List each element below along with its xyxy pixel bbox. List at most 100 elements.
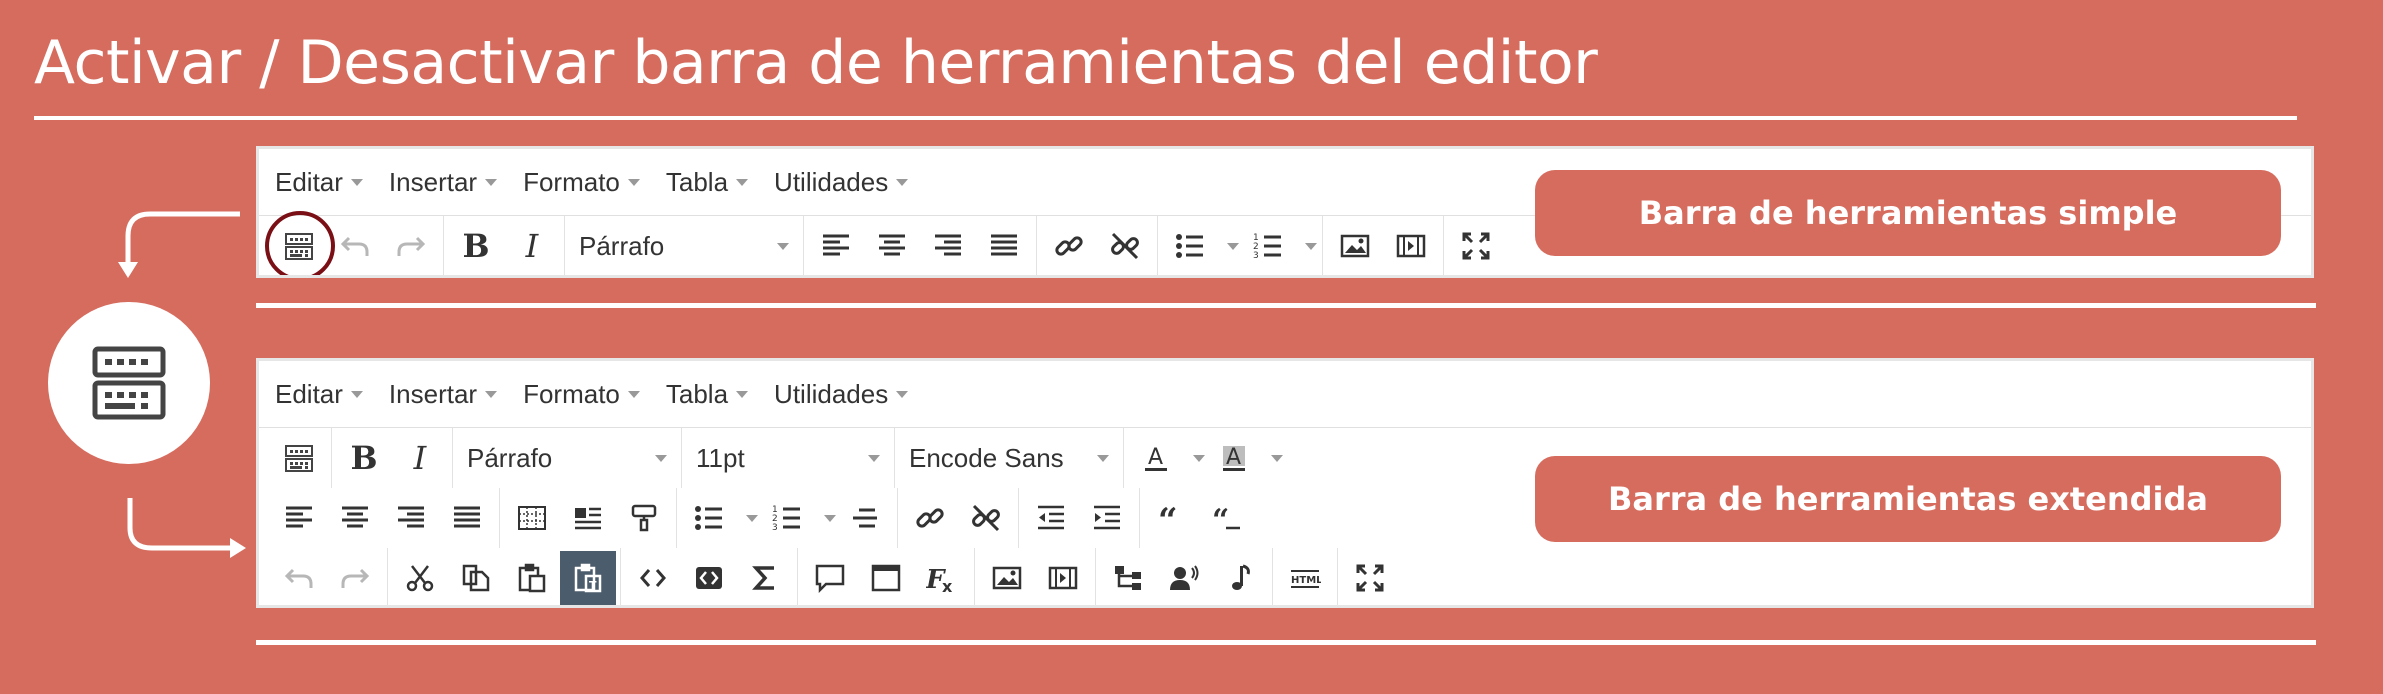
toolbar-group-quote: “ “: [1140, 488, 1260, 548]
numbered-list-button[interactable]: 123: [1240, 219, 1296, 273]
html-button[interactable]: HTML: [1277, 551, 1333, 605]
fullscreen-icon: [1462, 232, 1490, 260]
code-sample-button[interactable]: [681, 551, 737, 605]
undo-button[interactable]: [271, 551, 327, 605]
paragraph-select[interactable]: Párrafo: [453, 428, 682, 488]
align-justify-button[interactable]: [976, 219, 1032, 273]
chevron-down-icon: [1305, 242, 1317, 250]
menu-formato[interactable]: Formato: [523, 167, 640, 198]
sitemap-button[interactable]: [1100, 551, 1156, 605]
chevron-down-icon: [896, 178, 909, 186]
text-color-options[interactable]: [1184, 454, 1206, 462]
redo-icon: [397, 236, 426, 256]
copy-icon: [462, 564, 490, 592]
keyboard-toggle-icon: [92, 346, 166, 420]
toolbar-group-indent: [1019, 488, 1140, 548]
background-color-button[interactable]: A: [1206, 431, 1262, 485]
svg-text:T: T: [589, 579, 597, 592]
blockquote-button[interactable]: “: [1144, 491, 1200, 545]
copy-button[interactable]: [448, 551, 504, 605]
quote-clear-icon: “: [1212, 503, 1240, 534]
toolbar-group-format: B I: [332, 428, 453, 488]
font-size-select[interactable]: 11pt: [682, 428, 895, 488]
menu-editar[interactable]: Editar: [275, 379, 363, 410]
paste-text-button[interactable]: T: [560, 551, 616, 605]
numbered-list-options[interactable]: [815, 514, 837, 522]
toolbar-group-toggle: [265, 211, 444, 275]
link-button[interactable]: [1041, 219, 1097, 273]
code-icon: [640, 569, 666, 587]
speaker-button[interactable]: [1156, 551, 1212, 605]
paint-brush-icon: [631, 504, 657, 532]
bullet-list-options[interactable]: [737, 514, 759, 522]
table-button[interactable]: [504, 491, 560, 545]
italic-icon: I: [413, 439, 427, 477]
align-center-button[interactable]: [327, 491, 383, 545]
align-right-icon: [935, 234, 961, 256]
toolbar-toggle-button[interactable]: [271, 431, 327, 485]
toolbar-group-lists: 123: [1158, 216, 1323, 275]
code-button[interactable]: [625, 551, 681, 605]
align-center-button[interactable]: [864, 219, 920, 273]
link-button[interactable]: [902, 491, 958, 545]
image-button[interactable]: [1327, 219, 1383, 273]
menu-utilidades[interactable]: Utilidades: [774, 379, 909, 410]
menu-tabla[interactable]: Tabla: [666, 379, 749, 410]
bullet-list-button[interactable]: [681, 491, 737, 545]
bullet-list-options[interactable]: [1218, 242, 1240, 250]
fullscreen-icon: [1356, 564, 1384, 592]
title-underline: [34, 116, 2297, 120]
align-right-button[interactable]: [920, 219, 976, 273]
format-painter-button[interactable]: [616, 491, 672, 545]
bullet-list-icon: [695, 506, 722, 530]
media-button[interactable]: [1383, 219, 1439, 273]
menu-utilidades[interactable]: Utilidades: [774, 167, 909, 198]
align-left-button[interactable]: [808, 219, 864, 273]
cut-button[interactable]: [392, 551, 448, 605]
comment-button[interactable]: [802, 551, 858, 605]
embed-button[interactable]: [560, 491, 616, 545]
paste-button[interactable]: [504, 551, 560, 605]
clear-formatting-button[interactable]: Fx: [914, 551, 970, 605]
menu-formato[interactable]: Formato: [523, 379, 640, 410]
unlink-button[interactable]: [958, 491, 1014, 545]
background-color-options[interactable]: [1262, 454, 1284, 462]
font-family-select[interactable]: Encode Sans: [895, 428, 1124, 488]
redo-button[interactable]: [383, 219, 439, 273]
menu-editar[interactable]: Editar: [275, 167, 363, 198]
media-button[interactable]: [1035, 551, 1091, 605]
menu-tabla[interactable]: Tabla: [666, 167, 749, 198]
align-right-button[interactable]: [383, 491, 439, 545]
bullet-list-button[interactable]: [1162, 219, 1218, 273]
fullscreen-button[interactable]: [1448, 219, 1504, 273]
numbered-list-options[interactable]: [1296, 242, 1318, 250]
bold-button[interactable]: B: [336, 431, 392, 485]
text-color-button[interactable]: A: [1128, 431, 1184, 485]
remove-quote-button[interactable]: “: [1200, 491, 1256, 545]
window-button[interactable]: [858, 551, 914, 605]
music-button[interactable]: [1212, 551, 1268, 605]
bold-button[interactable]: B: [448, 219, 504, 273]
indent-button[interactable]: [1079, 491, 1135, 545]
toolbar-toggle-button[interactable]: [265, 211, 335, 275]
align-justify-button[interactable]: [439, 491, 495, 545]
undo-button[interactable]: [327, 219, 383, 273]
italic-button[interactable]: I: [392, 431, 448, 485]
italic-button[interactable]: I: [504, 219, 560, 273]
numbered-list-button[interactable]: 123: [759, 491, 815, 545]
align-center-icon: [879, 234, 905, 256]
redo-button[interactable]: [327, 551, 383, 605]
toolbar-group-media: [1323, 216, 1444, 275]
align-left-button[interactable]: [271, 491, 327, 545]
outdent-button[interactable]: [1023, 491, 1079, 545]
menu-insertar[interactable]: Insertar: [389, 379, 498, 410]
music-note-icon: [1232, 564, 1250, 590]
equation-button[interactable]: [737, 551, 793, 605]
menu-insertar[interactable]: Insertar: [389, 167, 498, 198]
paragraph-select[interactable]: Párrafo: [565, 216, 804, 275]
horizontal-rule-button[interactable]: [837, 491, 893, 545]
unlink-button[interactable]: [1097, 219, 1153, 273]
image-button[interactable]: [979, 551, 1035, 605]
bold-icon: B: [350, 439, 378, 477]
fullscreen-button[interactable]: [1342, 551, 1398, 605]
